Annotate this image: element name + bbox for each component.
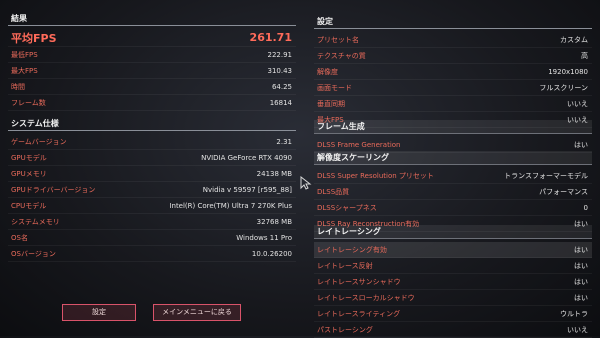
system-value: Nvidia v 59597 [r595_88] xyxy=(202,185,292,194)
settings-label: 解像度 xyxy=(317,67,338,76)
scaling-row: DLSSシャープネス 0 xyxy=(314,200,592,216)
system-row: ゲームバージョン 2.31 xyxy=(8,134,296,150)
settings-button[interactable]: 設定 xyxy=(62,304,136,321)
settings-row: プリセット名 カスタム xyxy=(314,32,592,48)
system-value: 2.31 xyxy=(276,137,292,146)
scaling-label: DLSSシャープネス xyxy=(317,203,377,212)
system-label: OSバージョン xyxy=(11,249,56,258)
settings-title: 設定 xyxy=(314,15,592,29)
settings-row: 画面モード フルスクリーン xyxy=(314,80,592,96)
settings-row: 垂直同期 いいえ xyxy=(314,96,592,112)
settings-label: 画面モード xyxy=(317,83,352,92)
settings-value: 高 xyxy=(581,51,588,60)
settings-label: テクスチャの質 xyxy=(317,51,366,60)
raytracing-row: レイトレースサンシャドウ はい xyxy=(314,274,592,290)
system-label: GPUメモリ xyxy=(11,169,47,178)
system-row: CPUモデル Intel(R) Core(TM) Ultra 7 270K Plu… xyxy=(8,198,296,214)
framegen-title: フレーム生成 xyxy=(314,120,592,134)
scaling-label: DLSS Super Resolution プリセット xyxy=(317,171,434,180)
raytracing-value: いいえ xyxy=(567,325,588,334)
system-value: 32768 MB xyxy=(256,217,292,226)
results-title: 結果 xyxy=(8,12,296,26)
system-row: OS名 Windows 11 Pro xyxy=(8,230,296,246)
raytracing-row: レイトレーシング有効 はい xyxy=(314,242,592,258)
result-value: 310.43 xyxy=(267,66,293,75)
raytracing-value: はい xyxy=(574,245,588,254)
avg-fps-value: 261.71 xyxy=(249,31,292,44)
raytracing-label: レイトレースサンシャドウ xyxy=(317,277,401,286)
raytracing-value: はい xyxy=(574,277,588,286)
settings-label: プリセット名 xyxy=(317,35,359,44)
raytracing-value: はい xyxy=(574,261,588,270)
system-value: Intel(R) Core(TM) Ultra 7 270K Plus xyxy=(169,201,292,210)
system-label: GPUモデル xyxy=(11,153,47,162)
settings-row: テクスチャの質 高 xyxy=(314,48,592,64)
system-row: GPUドライバーバージョン Nvidia v 59597 [r595_88] xyxy=(8,182,296,198)
system-label: ゲームバージョン xyxy=(11,137,67,146)
mouse-cursor-icon xyxy=(300,176,312,190)
raytracing-row: レイトレース反射 はい xyxy=(314,258,592,274)
scaling-row: DLSS品質 パフォーマンス xyxy=(314,184,592,200)
result-value: 64.25 xyxy=(271,82,292,91)
main-menu-button[interactable]: メインメニューに戻る xyxy=(153,304,241,321)
result-label: 最低FPS xyxy=(11,50,38,59)
raytracing-label: レイトレーシング有効 xyxy=(317,245,387,254)
result-label: 最大FPS xyxy=(11,66,38,75)
system-value: 24138 MB xyxy=(256,169,292,178)
result-row: フレーム数 16814 xyxy=(8,95,296,111)
settings-value: カスタム xyxy=(560,35,588,44)
scaling-panel: 解像度スケーリング DLSS Super Resolution プリセット トラン… xyxy=(314,151,592,232)
system-row: GPUメモリ 24138 MB xyxy=(8,166,296,182)
raytracing-label: レイトレース反射 xyxy=(317,261,373,270)
result-row: 最低FPS 222.91 xyxy=(8,47,296,63)
scaling-row: DLSS Super Resolution プリセット トランスフォーマーモデル xyxy=(314,168,592,184)
system-value: 10.0.26200 xyxy=(251,249,292,258)
system-row: システムメモリ 32768 MB xyxy=(8,214,296,230)
settings-value: フルスクリーン xyxy=(539,83,588,92)
framegen-panel: フレーム生成 DLSS Frame Generation はい xyxy=(314,120,592,153)
results-panel: 結果 平均FPS 261.71 最低FPS 222.91 最大FPS 310.43 … xyxy=(8,12,296,111)
settings-row: 解像度 1920x1080 xyxy=(314,64,592,80)
result-row: 時間 64.25 xyxy=(8,79,296,95)
raytracing-title: レイトレーシング xyxy=(314,225,592,239)
avg-fps-label: 平均FPS xyxy=(11,31,57,45)
system-panel: システム仕様 ゲームバージョン 2.31 GPUモデル NVIDIA GeForce… xyxy=(8,117,296,262)
raytracing-label: レイトレースライティング xyxy=(317,309,401,318)
result-value: 222.91 xyxy=(267,50,293,59)
scaling-label: DLSS品質 xyxy=(317,187,350,196)
raytracing-label: レイトレースローカルシャドウ xyxy=(317,293,415,302)
avg-fps-row: 平均FPS 261.71 xyxy=(8,29,296,47)
system-value: Windows 11 Pro xyxy=(236,233,292,242)
scaling-title: 解像度スケーリング xyxy=(314,151,592,165)
system-title: システム仕様 xyxy=(8,117,296,131)
scaling-value: トランスフォーマーモデル xyxy=(504,171,588,180)
scaling-value: パフォーマンス xyxy=(539,187,588,196)
system-label: OS名 xyxy=(11,233,28,242)
settings-panel: 設定 プリセット名 カスタム テクスチャの質 高 解像度 1920x1080 画面モー… xyxy=(314,15,592,128)
system-row: GPUモデル NVIDIA GeForce RTX 4090 xyxy=(8,150,296,166)
result-row: 最大FPS 310.43 xyxy=(8,63,296,79)
raytracing-label: パストレーシング xyxy=(317,325,373,334)
framegen-value: はい xyxy=(574,140,588,149)
system-label: GPUドライバーバージョン xyxy=(11,185,96,194)
result-label: フレーム数 xyxy=(11,98,46,107)
settings-label: 垂直同期 xyxy=(317,99,345,108)
system-label: CPUモデル xyxy=(11,201,47,210)
settings-value: 1920x1080 xyxy=(548,67,588,76)
system-label: システムメモリ xyxy=(11,217,60,226)
system-value: NVIDIA GeForce RTX 4090 xyxy=(201,153,292,162)
framegen-label: DLSS Frame Generation xyxy=(317,140,401,149)
result-label: 時間 xyxy=(11,82,25,91)
result-value: 16814 xyxy=(269,98,292,107)
raytracing-panel: レイトレーシング レイトレーシング有効 はい レイトレース反射 はい レイトレースサ… xyxy=(314,225,592,338)
raytracing-value: はい xyxy=(574,293,588,302)
settings-value: いいえ xyxy=(567,99,588,108)
raytracing-row: レイトレースライティング ウルトラ xyxy=(314,306,592,322)
system-row: OSバージョン 10.0.26200 xyxy=(8,246,296,262)
scaling-value: 0 xyxy=(583,203,588,212)
raytracing-value: ウルトラ xyxy=(560,309,588,318)
raytracing-row: レイトレースローカルシャドウ はい xyxy=(314,290,592,306)
